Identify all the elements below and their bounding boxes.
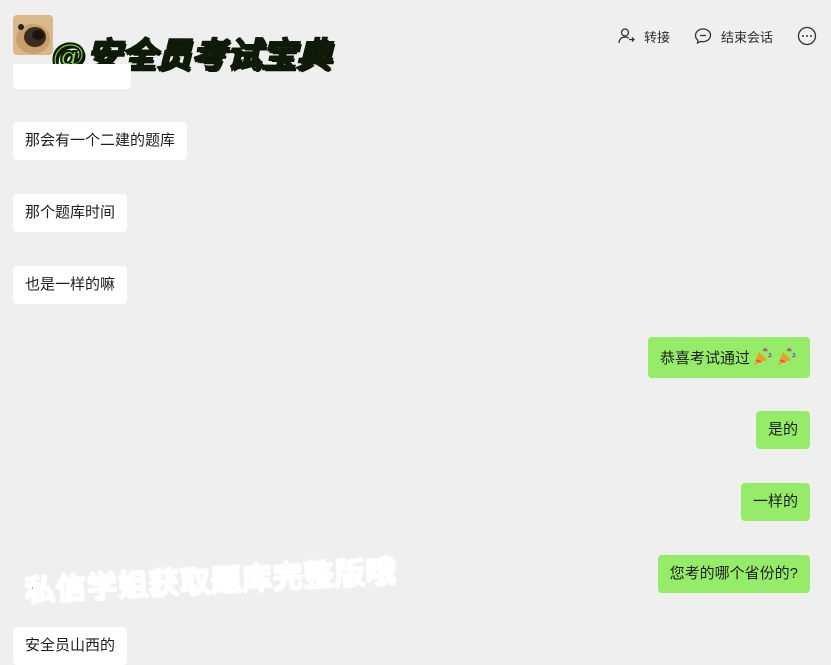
- message-bubble-incoming: 安全员山西的: [13, 627, 128, 665]
- party-popper-icon: [778, 347, 797, 365]
- message-bubble-partial: [13, 64, 131, 89]
- party-popper-icon: [754, 347, 773, 365]
- chat-bubble-icon: [694, 28, 712, 45]
- message-bubble-outgoing: 一样的: [740, 483, 810, 521]
- message-bubble-incoming: 那会有一个二建的题库: [13, 122, 188, 160]
- message-bubble-outgoing: 您考的哪个省份的?: [657, 555, 810, 593]
- transfer-icon: [618, 28, 635, 44]
- more-button[interactable]: [797, 26, 817, 46]
- end-session-button[interactable]: 结束会话: [694, 27, 773, 46]
- transfer-button[interactable]: 转接: [617, 27, 670, 46]
- chat-header: @安全员考试宝典 转接 结束会话: [0, 0, 831, 77]
- message-bubble-incoming: 那个题库时间: [13, 194, 128, 232]
- end-session-label: 结束会话: [720, 29, 773, 45]
- message-bubble-incoming: 也是一样的嘛: [13, 266, 128, 304]
- message-text: 恭喜考试通过: [659, 350, 750, 367]
- watermark-promo: 私信学姐获取题库完整版哦: [23, 554, 398, 610]
- message-bubble-outgoing: 是的: [755, 411, 810, 449]
- header-actions: 转接 结束会话: [593, 26, 817, 46]
- contact-avatar[interactable]: [13, 15, 53, 55]
- more-icon: [797, 26, 817, 46]
- transfer-label: 转接: [643, 29, 670, 45]
- message-bubble-outgoing: 恭喜考试通过: [647, 337, 810, 378]
